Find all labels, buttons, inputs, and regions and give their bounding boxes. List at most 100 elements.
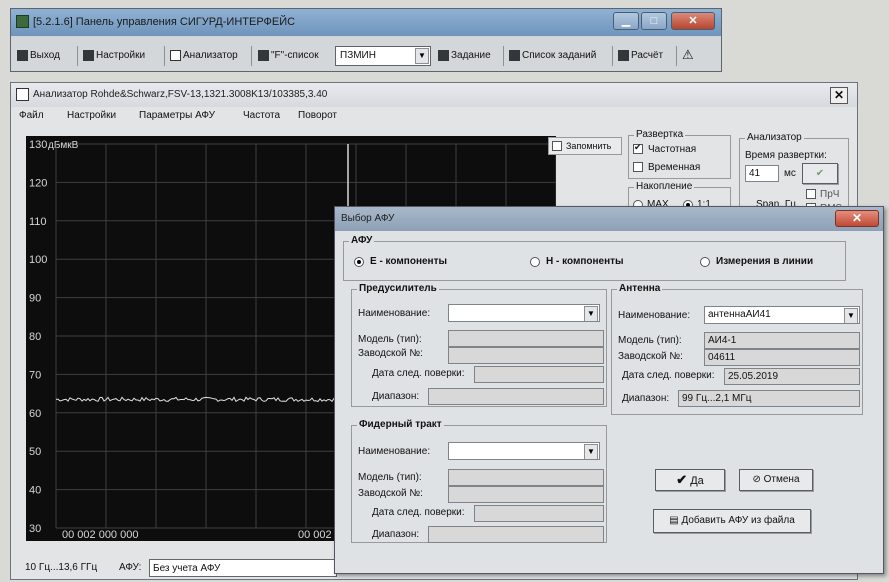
settings-label: Настройки [96,50,146,61]
ok-label: Да [690,475,704,487]
sweep-time-check[interactable] [633,162,643,172]
afu-status-field[interactable]: Без учета АФУ [149,559,337,577]
analyzer-app-icon [16,88,29,101]
antenna-check-label: Дата след. поверки: [622,370,715,381]
sweep-unit: мс [784,168,796,179]
menu-frequency[interactable]: Частота [243,110,280,121]
maximize-button[interactable]: □ [641,12,667,30]
remember-check[interactable] [552,141,562,151]
ok-button[interactable]: ✔ Да [655,469,725,491]
calc-button[interactable]: Расчёт [616,47,663,65]
prch-label: ПрЧ [820,189,840,200]
chevron-down-icon[interactable]: ▼ [584,306,598,321]
afu-status-label: АФУ: [119,562,142,573]
remember-checkbox[interactable]: Запомнить [548,137,622,155]
antenna-check-value: 25.05.2019 [728,371,779,382]
feeder-check-field [474,505,604,522]
check-icon: ✔ [676,472,688,487]
afu-dialog-title: Выбор АФУ [341,213,395,224]
analyzer-menubar: Файл Настройки Параметры АФУ Частота Пов… [11,107,857,125]
apply-check-button[interactable]: ✔ [802,163,838,184]
analyzer-button[interactable]: Анализатор [168,47,238,65]
cancel-icon: ⊘ [752,474,761,485]
feeder-caption: Фидерный тракт [357,419,444,430]
radio-line-label: Измерения в линии [716,256,814,267]
menu-afu-params[interactable]: Параметры АФУ [139,110,215,121]
settings-button[interactable]: Настройки [81,47,145,65]
warning-icon[interactable]: ⚠ [682,47,694,63]
settings-icon [83,50,94,61]
feeder-model-field [448,469,604,486]
analyzer-icon [170,50,181,61]
close-button[interactable]: ✕ [671,12,715,30]
exit-icon [17,50,28,61]
toolbar-separator [164,46,165,66]
preamp-group: Предусилитель Наименование: ▼ Модель (ти… [351,283,607,407]
chevron-down-icon[interactable]: ▼ [584,444,598,459]
antenna-name-label: Наименование: [618,310,691,321]
preamp-model-field [448,330,604,347]
control-panel-window: [5.2.1.6] Панель управления СИГУРД-ИНТЕР… [10,8,722,72]
antenna-range-field: 99 Гц...2,1 МГц [678,390,860,407]
afu-status-value: Без учета АФУ [153,563,221,574]
sweep-freq-check[interactable] [633,142,643,154]
feeder-name-label: Наименование: [358,446,431,457]
feeder-serial-field [448,486,604,503]
f-list-select[interactable]: ПЗМИН ▼ [335,46,431,66]
radio-e-components[interactable] [354,257,364,267]
menu-settings[interactable]: Настройки [67,110,116,121]
antenna-name-select[interactable]: антеннаАИ41 ▼ [704,306,860,324]
preamp-name-select[interactable]: ▼ [448,304,600,322]
calc-icon [618,50,629,61]
calc-label: Расчёт [631,50,664,61]
dialog-close-icon[interactable]: ✕ [835,210,879,227]
sweep-time-input[interactable]: 41 [745,165,779,182]
x-tick-label-start: 00 002 000 000 [62,529,138,541]
add-afu-from-file-button[interactable]: ▤ Добавить АФУ из файла [653,509,811,533]
app-icon [16,15,29,28]
analyzer-group-caption: Анализатор [745,132,804,143]
radio-h-components[interactable] [530,257,540,267]
feeder-name-select[interactable]: ▼ [448,442,600,460]
sweep-time-caption: Время развертки: [745,150,827,161]
task-button[interactable]: Задание [436,47,491,65]
y-tick-label: 70 [29,369,41,381]
afu-type-group: АФУ Е - компоненты Н - компоненты Измере… [343,235,846,281]
antenna-name-value: антеннаАИ41 [708,309,771,320]
preamp-range-label: Диапазон: [372,391,420,402]
analyzer-titlebar[interactable]: Анализатор Rohde&Schwarz,FSV-13,1321.300… [11,83,857,107]
accumulation-caption: Накопление [634,181,695,192]
menu-rotation[interactable]: Поворот [298,110,337,121]
radio-line-measurements[interactable] [700,257,710,267]
toolbar-separator [612,46,613,66]
preamp-model-label: Модель (тип): [358,334,422,345]
chevron-down-icon[interactable]: ▼ [415,48,429,64]
toolbar-separator [676,46,677,66]
analyzer-close-icon[interactable]: ✕ [830,87,848,104]
frequency-range: 10 Гц...13,6 ГГц [25,562,98,573]
antenna-group: Антенна Наименование: антеннаАИ41 ▼ Модел… [611,283,863,415]
task-list-icon [509,50,520,61]
control-panel-titlebar[interactable]: [5.2.1.6] Панель управления СИГУРД-ИНТЕР… [11,9,721,36]
antenna-serial-value: 04611 [708,352,736,363]
menu-file[interactable]: Файл [19,110,44,121]
exit-button[interactable]: Выход [15,47,60,65]
toolbar-separator [77,46,78,66]
analyzer-title: Анализатор Rohde&Schwarz,FSV-13,1321.300… [33,89,328,100]
feeder-check-label: Дата след. поверки: [372,507,465,518]
remember-label: Запомнить [566,141,612,151]
minimize-button[interactable]: ▁ [613,12,639,30]
cancel-button[interactable]: ⊘ Отмена [739,469,813,491]
afu-dialog-titlebar[interactable]: Выбор АФУ ✕ [335,207,883,231]
afu-caption: АФУ [349,235,375,246]
prch-check[interactable] [806,189,816,199]
y-tick-label: 30 [29,523,41,535]
f-list-button[interactable]: "F"-список [256,47,319,65]
chevron-down-icon[interactable]: ▼ [844,308,858,323]
task-list-button[interactable]: Список заданий [507,47,596,65]
feeder-range-label: Диапазон: [372,529,420,540]
y-axis-unit: дБмкВ [48,140,79,151]
f-list-label: "F"-список [271,50,319,61]
task-label: Задание [451,50,491,61]
sweep-time-label: Временная [648,162,701,173]
